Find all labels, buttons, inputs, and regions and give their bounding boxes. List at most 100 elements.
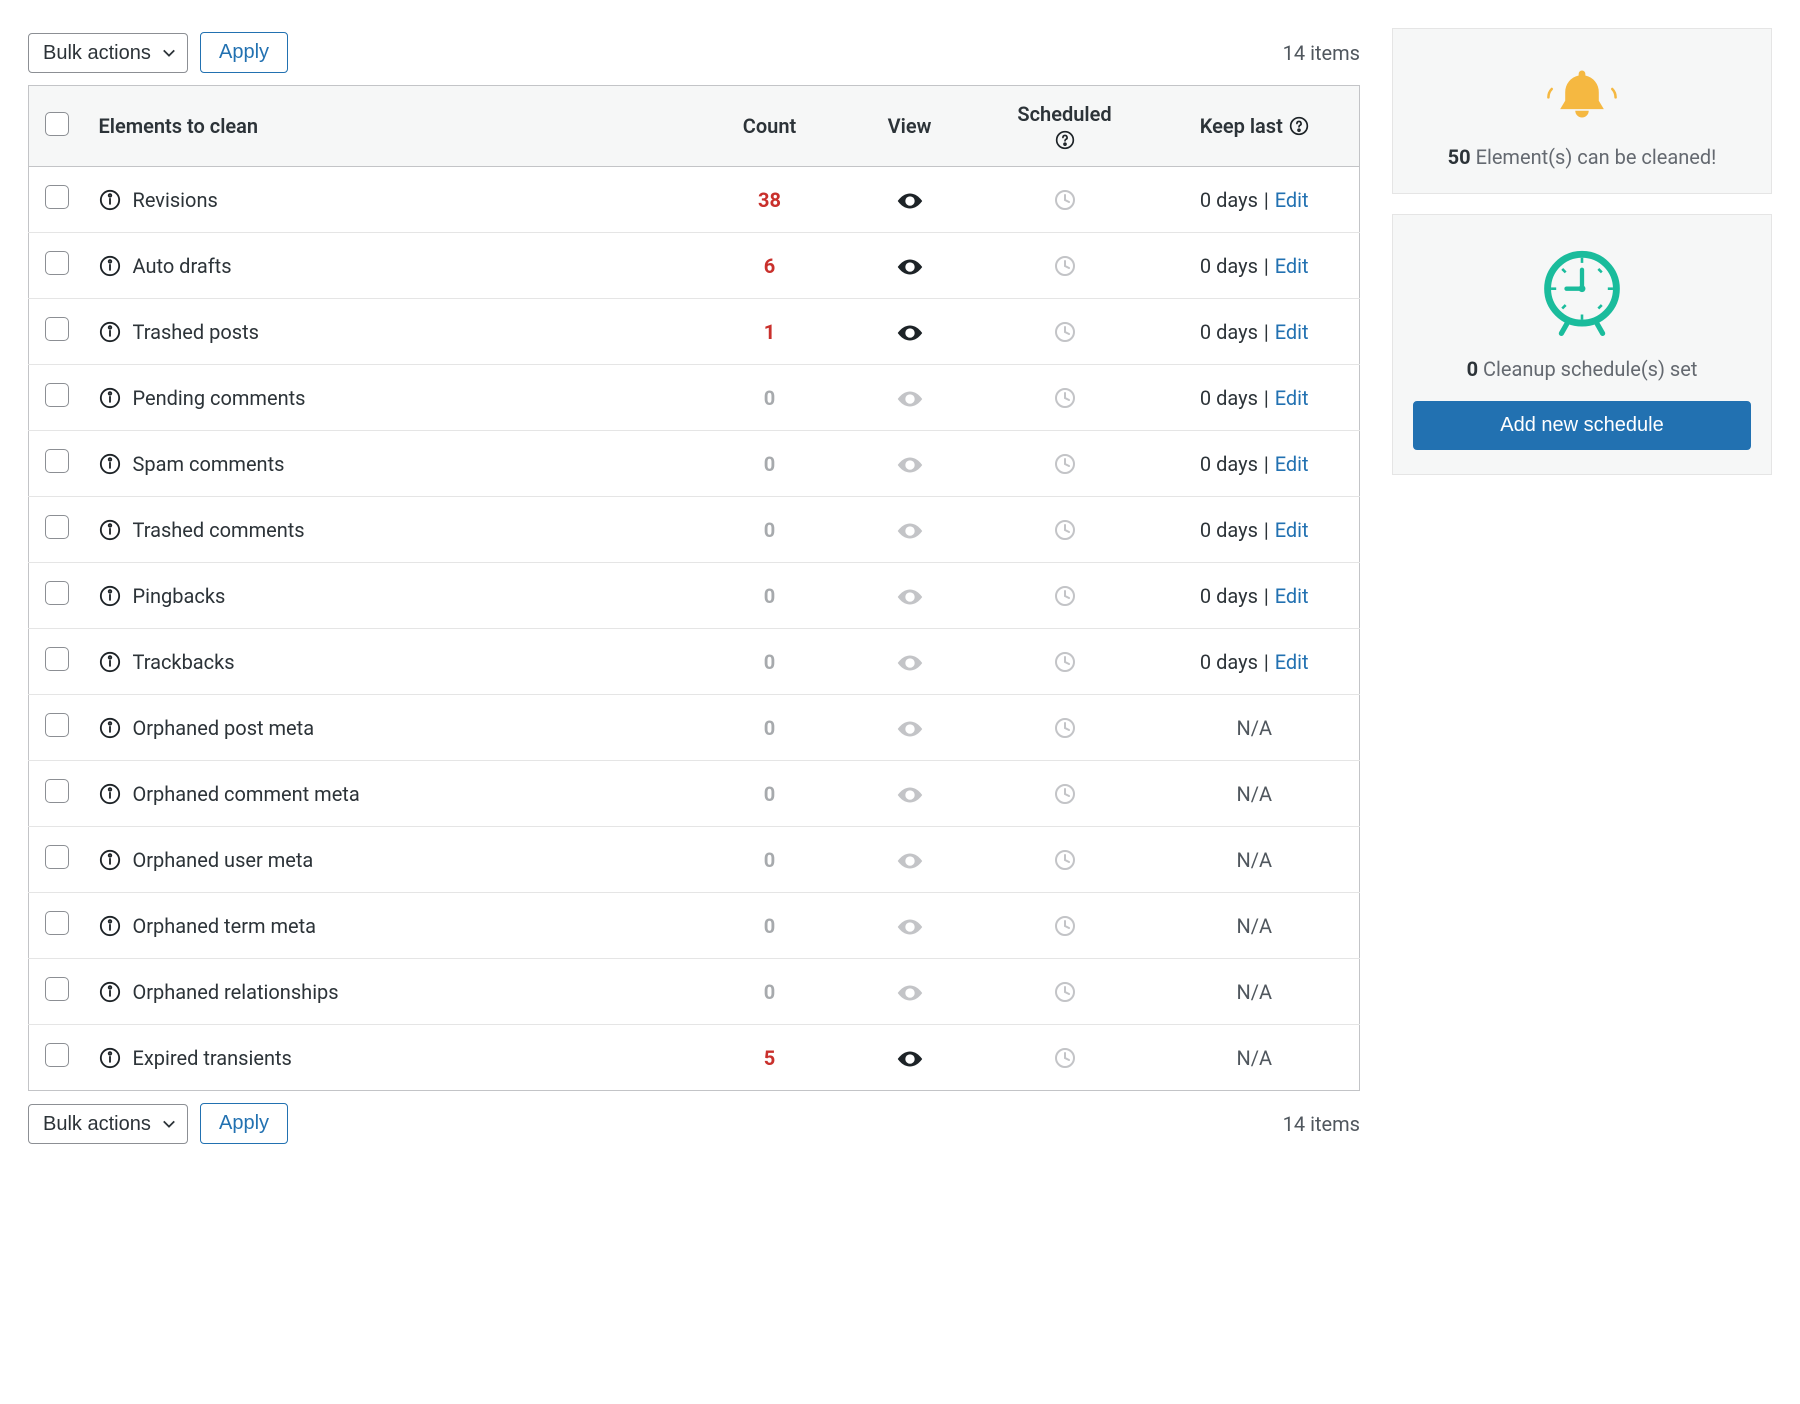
eye-icon <box>895 388 925 410</box>
table-row: Trashed comments00 days | Edit <box>29 497 1360 563</box>
info-icon[interactable] <box>99 849 121 871</box>
info-icon[interactable] <box>99 453 121 475</box>
row-checkbox[interactable] <box>45 977 69 1001</box>
keep-last-na: N/A <box>1236 716 1272 740</box>
info-icon[interactable] <box>99 189 121 211</box>
row-checkbox[interactable] <box>45 845 69 869</box>
clock-icon[interactable] <box>1053 254 1077 278</box>
row-name: Orphaned user meta <box>133 848 314 872</box>
edit-link[interactable]: Edit <box>1275 188 1309 212</box>
row-checkbox[interactable] <box>45 911 69 935</box>
keep-last-value: 0 days <box>1200 518 1258 542</box>
row-count: 0 <box>764 848 775 872</box>
row-checkbox[interactable] <box>45 581 69 605</box>
eye-icon <box>895 850 925 872</box>
keep-last-na: N/A <box>1236 980 1272 1004</box>
row-checkbox[interactable] <box>45 1043 69 1067</box>
apply-button[interactable]: Apply <box>200 1103 288 1144</box>
edit-link[interactable]: Edit <box>1275 452 1309 476</box>
row-checkbox[interactable] <box>45 515 69 539</box>
info-icon[interactable] <box>99 1047 121 1069</box>
table-row: Orphaned relationships0N/A <box>29 959 1360 1025</box>
clock-icon[interactable] <box>1053 716 1077 740</box>
th-count: Count <box>700 86 840 167</box>
row-checkbox[interactable] <box>45 449 69 473</box>
row-checkbox[interactable] <box>45 185 69 209</box>
info-icon[interactable] <box>99 915 121 937</box>
eye-icon[interactable] <box>895 190 925 212</box>
edit-link[interactable]: Edit <box>1275 386 1309 410</box>
row-checkbox[interactable] <box>45 251 69 275</box>
row-count: 0 <box>764 584 775 608</box>
edit-link[interactable]: Edit <box>1275 320 1309 344</box>
items-count: 14 items <box>1283 1112 1360 1136</box>
clock-icon[interactable] <box>1053 452 1077 476</box>
info-icon[interactable] <box>99 585 121 607</box>
keep-last-na: N/A <box>1236 914 1272 938</box>
keep-last-value: 0 days <box>1200 584 1258 608</box>
table-row: Orphaned comment meta0N/A <box>29 761 1360 827</box>
eye-icon[interactable] <box>895 322 925 344</box>
edit-link[interactable]: Edit <box>1275 254 1309 278</box>
select-all-checkbox[interactable] <box>45 112 69 136</box>
info-icon[interactable] <box>99 651 121 673</box>
info-icon[interactable] <box>99 519 121 541</box>
clock-icon[interactable] <box>1053 782 1077 806</box>
table-row: Auto drafts60 days | Edit <box>29 233 1360 299</box>
eye-icon <box>895 454 925 476</box>
row-count: 0 <box>764 980 775 1004</box>
clock-icon[interactable] <box>1053 188 1077 212</box>
row-count: 5 <box>764 1046 775 1070</box>
info-icon[interactable] <box>99 255 121 277</box>
row-checkbox[interactable] <box>45 713 69 737</box>
add-schedule-button[interactable]: Add new schedule <box>1413 401 1751 450</box>
help-icon[interactable] <box>1289 116 1309 136</box>
bell-icon <box>1540 59 1624 129</box>
table-row: Expired transients5N/A <box>29 1025 1360 1091</box>
clock-icon[interactable] <box>1053 650 1077 674</box>
apply-button[interactable]: Apply <box>200 32 288 73</box>
row-name: Auto drafts <box>133 254 232 278</box>
row-count: 0 <box>764 716 775 740</box>
clock-icon[interactable] <box>1053 848 1077 872</box>
row-name: Expired transients <box>133 1046 292 1070</box>
eye-icon <box>895 916 925 938</box>
clock-icon[interactable] <box>1053 980 1077 1004</box>
clock-icon[interactable] <box>1053 320 1077 344</box>
row-checkbox[interactable] <box>45 383 69 407</box>
cleanup-summary-text: 50 Element(s) can be cleaned! <box>1413 145 1751 169</box>
edit-link[interactable]: Edit <box>1275 584 1309 608</box>
clock-icon[interactable] <box>1053 518 1077 542</box>
row-count: 38 <box>758 188 781 212</box>
clock-icon[interactable] <box>1053 1046 1077 1070</box>
row-count: 0 <box>764 914 775 938</box>
bulk-actions-select[interactable]: Bulk actions <box>28 33 188 73</box>
info-icon[interactable] <box>99 717 121 739</box>
eye-icon[interactable] <box>895 256 925 278</box>
row-name: Orphaned post meta <box>133 716 315 740</box>
clock-icon[interactable] <box>1053 584 1077 608</box>
table-row: Spam comments00 days | Edit <box>29 431 1360 497</box>
info-icon[interactable] <box>99 783 121 805</box>
tablenav-top: Bulk actions Apply 14 items <box>28 28 1360 85</box>
clock-icon[interactable] <box>1053 386 1077 410</box>
table-row: Trashed posts10 days | Edit <box>29 299 1360 365</box>
keep-last-value: 0 days <box>1200 188 1258 212</box>
row-checkbox[interactable] <box>45 647 69 671</box>
info-icon[interactable] <box>99 981 121 1003</box>
row-name: Pending comments <box>133 386 306 410</box>
help-icon[interactable] <box>1055 130 1075 150</box>
edit-link[interactable]: Edit <box>1275 650 1309 674</box>
info-icon[interactable] <box>99 321 121 343</box>
eye-icon <box>895 982 925 1004</box>
th-keep-last: Keep last <box>1150 86 1360 167</box>
eye-icon[interactable] <box>895 1048 925 1070</box>
eye-icon <box>895 652 925 674</box>
row-checkbox[interactable] <box>45 317 69 341</box>
bulk-actions-select[interactable]: Bulk actions <box>28 1104 188 1144</box>
row-checkbox[interactable] <box>45 779 69 803</box>
clock-icon[interactable] <box>1053 914 1077 938</box>
th-scheduled: Scheduled <box>980 86 1150 167</box>
edit-link[interactable]: Edit <box>1275 518 1309 542</box>
info-icon[interactable] <box>99 387 121 409</box>
